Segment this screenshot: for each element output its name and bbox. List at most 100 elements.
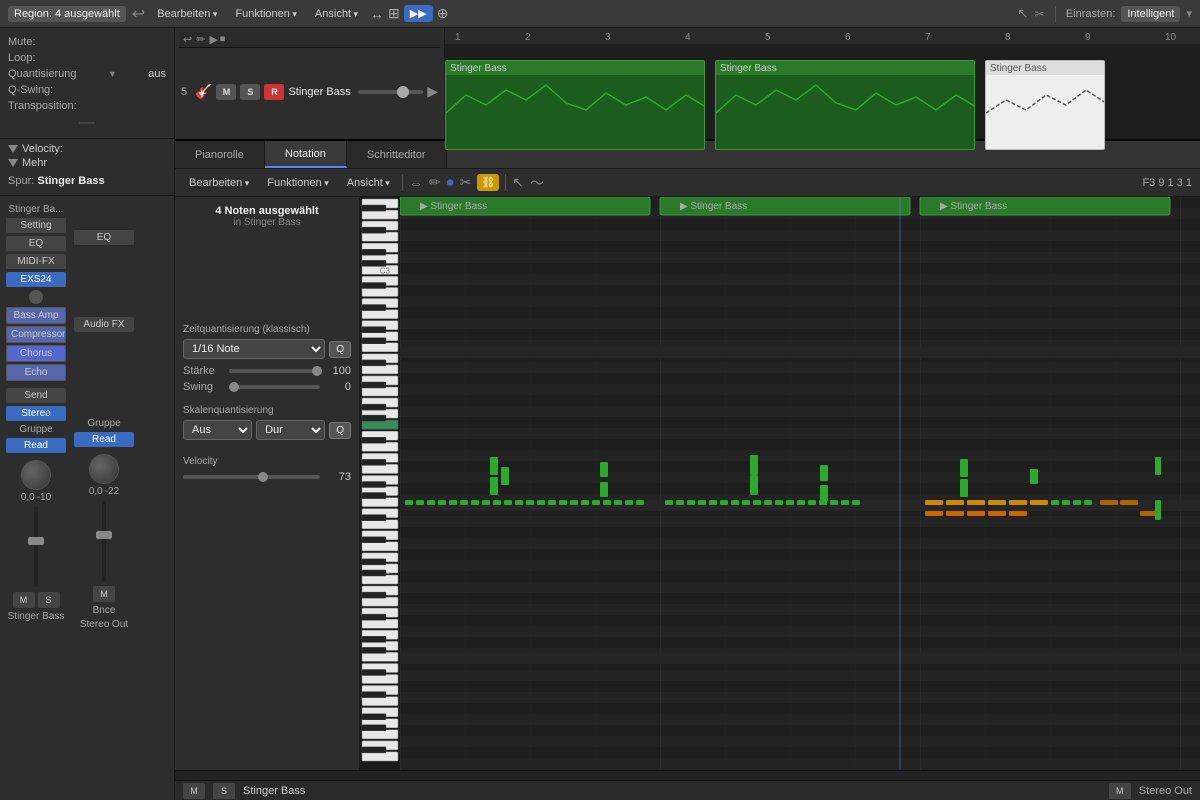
instrument-link-icon[interactable] [29,290,43,304]
menu-bearbeiten[interactable]: Bearbeiten [151,6,223,22]
q-button[interactable]: Q [329,341,351,358]
pan-knob-1[interactable] [21,460,51,490]
play-icon[interactable]: ▶▶ [404,5,433,22]
mute-btn-2[interactable]: M [93,586,115,602]
track-solo-btn[interactable]: S [240,84,260,100]
region-1[interactable]: Stinger Bass [445,60,705,150]
bottom-output-label: Stereo Out [1139,785,1192,797]
volume-thumb[interactable] [397,86,409,98]
scale-q-btn[interactable]: Q [329,422,351,439]
audio-fx-button[interactable]: Audio FX [74,317,134,332]
track-number: 5 [181,86,191,98]
cursor-tool-pr[interactable]: ↖ [512,174,524,191]
velocity-slider[interactable] [183,475,320,479]
loop-icon[interactable]: ⊞ [388,5,400,22]
bottom-mono-btn[interactable]: M [1109,783,1131,799]
cursor-tool[interactable]: ↖ [1017,5,1029,22]
align-icon[interactable]: ⇔ [409,175,423,191]
plugin-list: Bass Amp Compressor Chorus Echo [6,307,66,381]
stereo-button[interactable]: Stereo [6,406,66,421]
transport-stop-icon[interactable]: ⏹ [220,33,226,46]
back-icon[interactable]: ↩ [132,4,145,24]
scale-from-select[interactable]: Aus [183,420,252,440]
region-2[interactable]: Stinger Bass [715,60,975,150]
velocity-expand-icon[interactable] [8,145,18,153]
midi-grid[interactable]: ▶ Stinger Bass ▶ Stinger Bass ▶ Stinger … [400,197,1200,770]
pr-ansicht-btn[interactable]: Ansicht [341,175,396,191]
fader-thumb-1[interactable] [28,537,44,545]
tab-pianorolle[interactable]: Pianorolle [175,141,265,168]
channel-1-btns: M S [13,592,60,608]
menu-ansicht[interactable]: Ansicht [309,6,364,22]
track-expand-icon[interactable]: ▶ [427,83,438,100]
pencil-icon[interactable]: ✏ [196,33,205,46]
bottom-status-bar: M S Stinger Bass M Stereo Out [175,780,1200,800]
piano-roll-area: Pianorolle Notation Schritteditor Bearbe… [175,141,1200,780]
echo-plugin[interactable]: Echo [6,364,66,381]
bass-amp-plugin[interactable]: Bass Amp [6,307,66,324]
zeitquantisierung-section: Zeitquantisierung (klassisch) 1/16 Note … [183,324,351,393]
scale-to-select[interactable]: Dur [256,420,325,440]
exs24-button[interactable]: EXS24 [6,272,66,287]
fader-track-1[interactable] [34,507,38,587]
midi-fx-button[interactable]: MIDI-FX [6,254,66,269]
midi-grid-svg: ▶ Stinger Bass ▶ Stinger Bass ▶ Stinger … [400,197,1200,770]
loop-label: Loop: [8,52,36,64]
track-record-btn[interactable]: R [264,84,284,100]
link-icon[interactable]: ⛓ [477,174,499,191]
chorus-plugin[interactable]: Chorus [6,345,66,362]
eq-button-2[interactable]: EQ [74,230,134,245]
pr-funktionen-btn[interactable]: Funktionen [261,175,334,191]
bottom-solo-btn[interactable]: S [213,783,235,799]
velocity-thumb[interactable] [258,472,268,482]
snap-dropdown[interactable]: ▾ [1186,7,1192,20]
transport-icon-1[interactable]: ↩ [183,33,192,46]
waveform-1 [446,75,704,150]
region-label: Region: 4 ausgewählt [8,6,126,22]
region-3[interactable]: Stinger Bass [985,60,1105,150]
volume-slider[interactable] [358,90,423,94]
swing-thumb[interactable] [229,382,239,392]
compressor-plugin[interactable]: Compressor [6,326,66,343]
solo-btn-1[interactable]: S [38,592,60,608]
eq-button-1[interactable]: EQ [6,236,66,251]
note-value-select[interactable]: 1/16 Note [183,339,325,359]
channel-1-name: Stinger Ba... [6,204,66,215]
send-button[interactable]: Send [6,388,66,403]
tab-schritteditor[interactable]: Schritteditor [347,141,447,168]
mehr-expand-icon[interactable] [8,159,18,167]
swing-slider[interactable] [229,385,320,389]
position-icon[interactable]: ↔ [370,6,384,22]
strength-slider[interactable] [229,369,320,373]
scale-header: Skalenquantisierung [183,405,351,416]
track-mute-btn[interactable]: M [216,84,236,100]
pan-knob-2[interactable] [89,454,119,484]
record-tool[interactable]: ⏺ [447,174,454,191]
transport-play-icon[interactable]: ▶ [209,33,217,46]
svg-text:3: 3 [605,32,611,43]
menu-funktionen[interactable]: Funktionen [229,6,302,22]
pencil-tool[interactable]: ✏ [429,174,441,191]
quantize-dropdown-icon[interactable]: ▾ [110,69,115,80]
fader-track-2[interactable] [102,501,106,581]
channel-2-val2: -22 [105,486,119,497]
velocity-value: 73 [326,471,351,483]
tools-icon[interactable]: ✂ [1035,7,1045,21]
wave-tool[interactable]: 〜 [530,173,544,193]
record-icon[interactable]: ⊕ [437,5,449,22]
pr-bearbeiten-btn[interactable]: Bearbeiten [183,175,255,191]
mute-btn-1[interactable]: M [13,592,35,608]
strength-thumb[interactable] [312,366,322,376]
read-button-2[interactable]: Read [74,432,134,447]
scissors-tool[interactable]: ✂ [460,174,472,191]
channel-1-val1: 0,0 [21,492,35,503]
svg-text:9: 9 [1085,32,1091,43]
read-button-1[interactable]: Read [6,438,66,453]
tab-notation[interactable]: Notation [265,141,347,168]
fader-thumb-2[interactable] [96,531,112,539]
horizontal-scrollbar[interactable] [175,770,1200,780]
setting-button[interactable]: Setting [6,218,66,233]
position-info: F3 9 1 3 1 [1142,177,1192,189]
bottom-mute-btn[interactable]: M [183,783,205,799]
region-2-label: Stinger Bass [720,63,777,74]
